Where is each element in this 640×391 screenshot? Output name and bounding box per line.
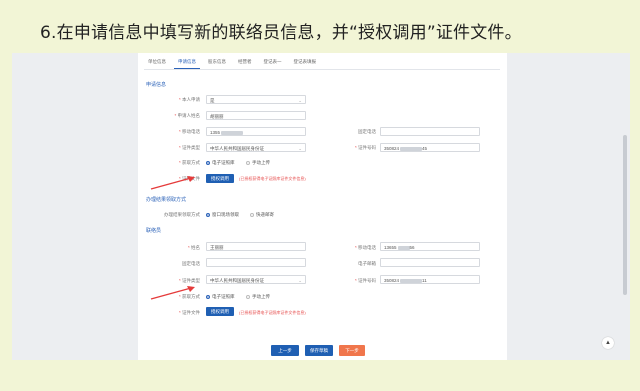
label-phone: * 移动电话 xyxy=(178,129,200,134)
label-is-self: * 本人申请 xyxy=(178,97,200,102)
tab-form-fill[interactable]: 登记表填报 xyxy=(290,55,321,69)
masked-digits xyxy=(397,245,410,250)
annotation-arrow-icon xyxy=(150,286,195,300)
tab-operator[interactable]: 经营者 xyxy=(234,55,256,69)
phone-input[interactable]: 1355 xyxy=(206,127,306,136)
chevron-down-icon: ⌄ xyxy=(298,278,302,283)
label-fetch-method: * 获取方式 xyxy=(178,160,200,165)
annotation-arrow-icon xyxy=(150,176,195,190)
radio-unchecked-icon xyxy=(250,212,254,217)
label-fixed-phone: 固定电话 xyxy=(358,129,376,134)
masked-digits xyxy=(400,146,423,151)
label-liaison-id-number: * 证件号码 xyxy=(354,278,376,283)
tab-unit-info[interactable]: 单位信息 xyxy=(144,55,170,69)
masked-digits xyxy=(400,278,423,283)
form-panel: 单位信息 申请信息 股东信息 经营者 登记表一 登记表填报 申请信息 * 本人申… xyxy=(138,53,507,360)
liaison-fixed-input[interactable] xyxy=(206,258,306,267)
radio-unchecked-icon xyxy=(246,294,250,299)
label-liaison-name: * 姓名 xyxy=(187,245,200,250)
vertical-scrollbar[interactable] xyxy=(622,53,628,360)
tab-form-one[interactable]: 登记表一 xyxy=(260,55,286,69)
label-liaison-email: 电子邮箱 xyxy=(358,261,376,266)
label-applicant-name: * 申请人姓名 xyxy=(174,113,200,118)
label-id-type: * 证件类型 xyxy=(178,145,200,150)
liaison-id-type-select[interactable]: 中华人民共和国居民身份证 ⌄ xyxy=(206,275,306,284)
liaison-authorize-button[interactable]: 授权调用 xyxy=(206,307,234,316)
label-id-number: * 证件号码 xyxy=(354,145,376,150)
label-receive-method: 办理结果领取方式 xyxy=(164,212,200,217)
back-to-top-icon[interactable]: ▲ xyxy=(602,337,614,349)
label-liaison-fixed: 固定电话 xyxy=(182,261,200,266)
liaison-id-number-input[interactable]: 350824 11 xyxy=(380,275,480,284)
section-title-liaison: 联络员 xyxy=(146,228,162,234)
id-number-input[interactable]: 350824 45 xyxy=(380,143,480,152)
label-liaison-file: * 证件文件 xyxy=(178,310,200,315)
authorize-hint: (已授权获得电子证照库证件文件信息) xyxy=(239,176,306,181)
radio-checked-icon xyxy=(206,294,210,299)
radio-mail[interactable]: 快递邮寄 xyxy=(250,212,274,218)
save-draft-button[interactable]: 保存草稿 xyxy=(305,345,333,356)
masked-digits xyxy=(221,130,244,135)
liaison-email-input[interactable] xyxy=(380,258,480,267)
fixed-phone-input[interactable] xyxy=(380,127,480,136)
section-title-receive: 办理结果领取方式 xyxy=(146,197,187,203)
id-type-select[interactable]: 中华人民共和国居民身份证 ⌄ xyxy=(206,143,306,152)
authorize-button[interactable]: 授权调用 xyxy=(206,174,234,183)
liaison-mobile-input[interactable]: 13655 56 xyxy=(380,242,480,251)
radio-checked-icon xyxy=(206,212,210,217)
liaison-radio-electronic[interactable]: 电子证照库 xyxy=(206,294,235,300)
screenshot-frame: 单位信息 申请信息 股东信息 经营者 登记表一 登记表填报 申请信息 * 本人申… xyxy=(12,53,630,360)
is-self-select[interactable]: 是 ⌄ xyxy=(206,95,306,104)
tab-shareholder[interactable]: 股东信息 xyxy=(204,55,230,69)
tab-bar: 单位信息 申请信息 股东信息 经营者 登记表一 登记表填报 xyxy=(144,55,500,70)
tab-apply-info[interactable]: 申请信息 xyxy=(174,55,200,69)
prev-step-button[interactable]: 上一步 xyxy=(271,345,299,356)
chevron-down-icon: ⌄ xyxy=(298,98,302,103)
liaison-authorize-hint: (已授权获得电子证照库证件文件信息) xyxy=(239,310,306,315)
label-liaison-mobile: * 移动电话 xyxy=(354,245,376,250)
chevron-down-icon: ⌄ xyxy=(298,146,302,151)
radio-window-pickup[interactable]: 窗口现场领取 xyxy=(206,212,239,218)
liaison-radio-upload[interactable]: 手动上传 xyxy=(246,294,270,300)
section-title-apply: 申请信息 xyxy=(146,82,167,88)
radio-unchecked-icon xyxy=(246,160,250,165)
applicant-name-input[interactable]: 胡丽丽 xyxy=(206,111,306,120)
liaison-name-input[interactable]: 王丽丽 xyxy=(206,242,306,251)
next-step-button[interactable]: 下一步 xyxy=(339,345,365,356)
radio-upload[interactable]: 手动上传 xyxy=(246,160,270,166)
instruction-caption: 6.在申请信息中填写新的联络员信息，并“授权调用”证件文件。 xyxy=(40,23,522,43)
radio-checked-icon xyxy=(206,160,210,165)
radio-electronic[interactable]: 电子证照库 xyxy=(206,160,235,166)
scrollbar-thumb[interactable] xyxy=(623,135,627,295)
